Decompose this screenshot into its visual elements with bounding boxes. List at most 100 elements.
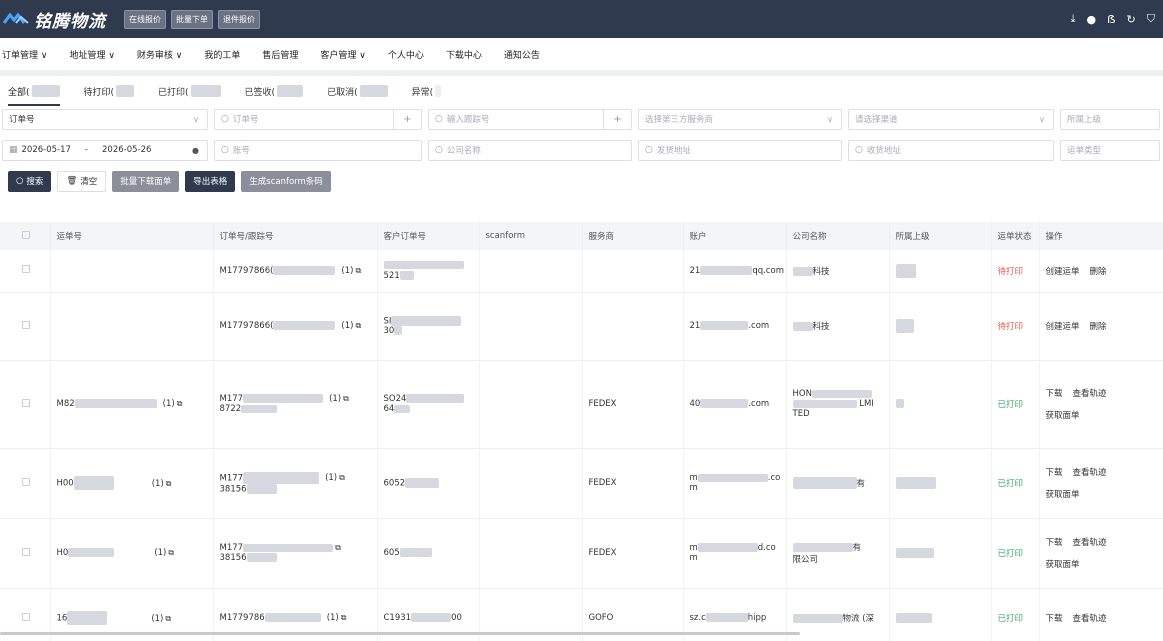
receiver-address-input[interactable]: ○ 收货地址 — [848, 139, 1054, 161]
company-cell: 物流 (深 — [786, 588, 890, 641]
orders-table: 运单号 订单号/跟踪号 客户订单号 scanform 服务商 账户 公司名称 所… — [0, 222, 1163, 641]
account-cell: 40 .com — [683, 360, 787, 449]
parent-select[interactable]: 所属上级 — [1060, 108, 1160, 130]
delete-link[interactable]: 删除 — [1090, 322, 1107, 332]
track-link[interactable]: 查看轨迹 — [1073, 538, 1107, 548]
search-button[interactable]: ○ 搜索 — [8, 170, 52, 192]
company-input[interactable]: ○ 公司名称 — [428, 139, 632, 161]
row-checkbox[interactable] — [0, 448, 51, 519]
download-link[interactable]: 下载 — [1046, 389, 1063, 399]
table-header: 运单号 订单号/跟踪号 客户订单号 scanform 服务商 账户 公司名称 所… — [0, 222, 1163, 250]
download-link[interactable]: 下载 — [1046, 538, 1063, 548]
customer-order-cell: 605 — [377, 518, 480, 589]
channel-select[interactable]: 请选择渠道 ∨ — [848, 108, 1054, 130]
copy-icon[interactable]: ⧉ — [355, 321, 361, 330]
create-waybill-link[interactable]: 创建运单 — [1046, 267, 1080, 277]
get-label-link[interactable]: 获取面单 — [1046, 560, 1080, 570]
actions-cell: 创建运单 删除 — [1039, 250, 1163, 293]
copy-icon[interactable]: ⧉ — [341, 613, 347, 622]
table-row: M17797866((1) ⧉ 521 21 qq.com 科技 待打印 创建运单删… — [0, 250, 1163, 293]
get-label-link[interactable]: 获取面单 — [1046, 411, 1080, 421]
actions-cell: 创建运单 删除 — [1039, 292, 1163, 361]
nav-after-sales[interactable]: 售后管理 — [250, 48, 308, 61]
copy-icon[interactable]: ⧉ — [339, 473, 345, 482]
action-row: ○ 搜索 🗑 清空 批量下载面单 导出表格 生成scanform条码 — [0, 170, 1163, 192]
refresh-icon[interactable]: ↻ — [1127, 13, 1136, 26]
batch-download-button[interactable]: 批量下载面单 — [112, 170, 180, 192]
tracking-number-input[interactable]: ○ 输入跟踪号 + — [428, 108, 632, 130]
provider-select[interactable]: 选择第三方服务商 ∨ — [638, 108, 842, 130]
parent-cell — [889, 448, 992, 519]
add-icon[interactable]: + — [603, 109, 631, 129]
waybill-cell: H0 (1) ⧉ — [50, 518, 214, 589]
col-provider: 服务商 — [582, 222, 684, 250]
status-badge: 已打印 — [991, 448, 1040, 519]
track-link[interactable]: 查看轨迹 — [1073, 614, 1107, 624]
account-cell: 21 .com — [683, 292, 787, 361]
tab-signed[interactable]: 已签收( — [245, 85, 304, 98]
track-link[interactable]: 查看轨迹 — [1073, 389, 1107, 399]
parent-cell — [889, 360, 992, 449]
search-icon: ○ — [221, 114, 229, 124]
waybill-type-select[interactable]: 运单类型 — [1060, 139, 1160, 161]
select-all-checkbox[interactable] — [0, 222, 51, 250]
return-quote-button[interactable]: 退件报价 — [218, 9, 260, 29]
chevron-down-icon: ∨ — [827, 114, 833, 124]
row-checkbox[interactable] — [0, 250, 51, 293]
nav-address-management[interactable]: 地址管理 ∨ — [57, 48, 124, 61]
provider-cell: FEDEX — [582, 448, 684, 519]
nav-download-center[interactable]: 下载中心 — [434, 48, 492, 61]
order-number-input[interactable]: ○ 订单号 + — [214, 108, 422, 130]
add-icon[interactable]: + — [393, 109, 421, 129]
parent-cell — [889, 250, 992, 293]
col-order-tracking: 订单号/跟踪号 — [213, 222, 378, 250]
export-button[interactable]: 导出表格 — [185, 170, 236, 192]
row-checkbox[interactable] — [0, 518, 51, 589]
nav-personal-center[interactable]: 个人中心 — [376, 48, 434, 61]
delete-link[interactable]: 删除 — [1090, 267, 1107, 277]
sender-address-input[interactable]: ○ 发货地址 — [638, 139, 842, 161]
calendar-icon: ▦ — [9, 145, 18, 155]
tab-printed[interactable]: 已打印( — [158, 85, 221, 98]
order-type-select[interactable]: 订单号 ∨ — [2, 108, 208, 130]
translate-icon[interactable]: ẞ — [1107, 13, 1115, 26]
track-link[interactable]: 查看轨迹 — [1073, 468, 1107, 478]
batch-order-button[interactable]: 批量下单 — [171, 9, 213, 29]
bell-icon[interactable]: ● — [1086, 13, 1096, 26]
download-link[interactable]: 下载 — [1046, 614, 1063, 624]
copy-icon[interactable]: ⧉ — [343, 394, 349, 403]
copy-icon[interactable]: ⧉ — [168, 548, 174, 557]
company-cell: HON LMI TED — [786, 360, 890, 449]
nav-customer-management[interactable]: 客户管理 ∨ — [308, 48, 375, 61]
row-checkbox[interactable] — [0, 292, 51, 361]
copy-icon[interactable]: ⧉ — [177, 399, 183, 408]
create-waybill-link[interactable]: 创建运单 — [1046, 322, 1080, 332]
nav-order-management[interactable]: 订单管理 ∨ — [0, 48, 57, 61]
online-quote-button[interactable]: 在线报价 — [124, 9, 166, 29]
scanform-button[interactable]: 生成scanform条码 — [241, 170, 331, 192]
date-range-picker[interactable]: ▦ 2026-05-17 - 2026-05-26 ● — [2, 139, 208, 161]
copy-icon[interactable]: ⧉ — [355, 266, 361, 275]
copy-icon[interactable]: ⧉ — [166, 479, 172, 488]
status-tabs: 全部( 待打印( 已打印( 已签收( 已取消( 异常( — [0, 76, 1163, 106]
tab-pending-print[interactable]: 待打印( — [84, 85, 135, 98]
row-checkbox[interactable] — [0, 360, 51, 449]
col-scanform: scanform — [479, 222, 583, 250]
nav-announcements[interactable]: 通知公告 — [492, 48, 550, 61]
nav-my-tickets[interactable]: 我的工单 — [192, 48, 250, 61]
nav-finance-review[interactable]: 财务审核 ∨ — [125, 48, 192, 61]
shirt-icon[interactable]: ⛉ — [1147, 12, 1155, 26]
tab-cancelled[interactable]: 已取消( — [327, 85, 388, 98]
copy-icon[interactable]: ⧉ — [165, 614, 171, 623]
help-icon[interactable]: ● — [192, 146, 199, 155]
copy-icon[interactable]: ⧉ — [335, 543, 341, 552]
get-label-link[interactable]: 获取面单 — [1046, 490, 1080, 500]
tab-exception[interactable]: 异常( — [412, 85, 442, 98]
clear-button[interactable]: 🗑 清空 — [57, 170, 107, 192]
download-link[interactable]: 下载 — [1046, 468, 1063, 478]
tab-all[interactable]: 全部( — [8, 85, 60, 106]
horizontal-scrollbar[interactable] — [0, 632, 800, 635]
account-input[interactable]: ○ 账号 — [214, 139, 422, 161]
download-icon[interactable]: ⤓ — [1071, 12, 1076, 26]
status-badge: 已打印 — [991, 360, 1040, 449]
